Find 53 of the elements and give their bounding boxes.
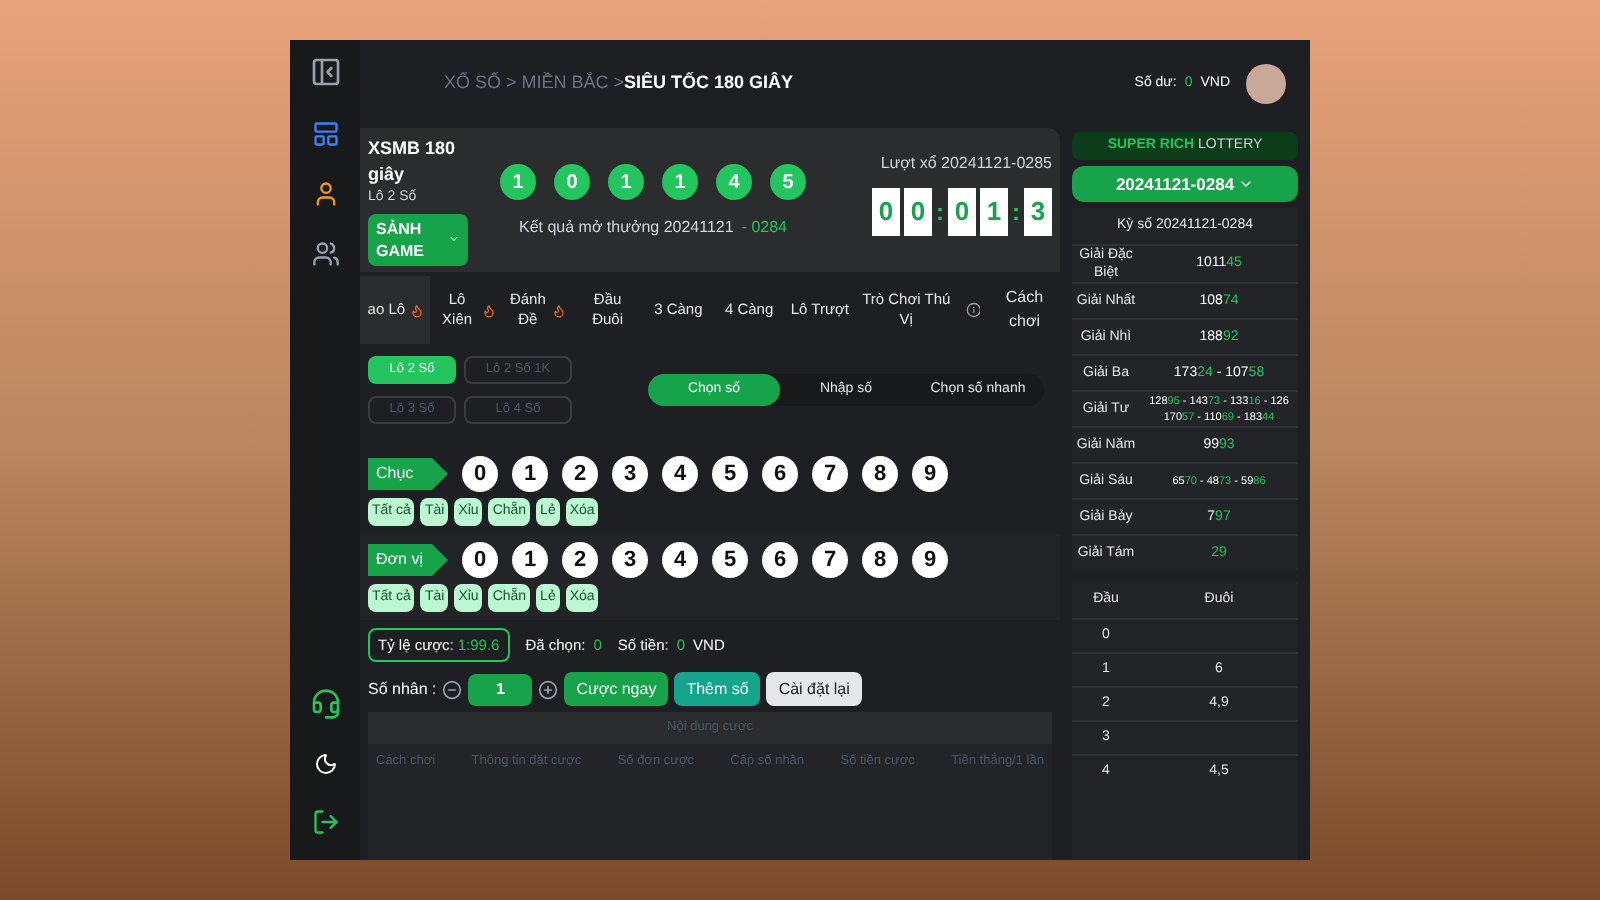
timer-digit: 3 xyxy=(1024,188,1052,236)
digit-button[interactable]: 0 xyxy=(462,456,498,492)
game-title: XSMB 180 giây xyxy=(368,136,458,188)
plus-icon[interactable] xyxy=(538,679,559,700)
digit-button[interactable]: 0 xyxy=(462,542,498,578)
group-icon[interactable] xyxy=(311,240,339,268)
action-button[interactable]: Cài đặt lại xyxy=(766,672,862,707)
menu-icon[interactable] xyxy=(309,56,341,88)
page-title: SIÊU TỐC 180 GIÂY xyxy=(624,70,794,97)
digit-button[interactable]: 7 xyxy=(812,542,848,578)
digit-button[interactable]: 5 xyxy=(712,456,748,492)
flame-icon xyxy=(409,303,424,317)
how-to-play-link[interactable]: Cách chơi xyxy=(965,286,1061,334)
digit-button[interactable]: 8 xyxy=(862,456,898,492)
info-icon xyxy=(965,302,981,318)
timer-digit: 1 xyxy=(980,188,1008,236)
timer-colon: : xyxy=(936,196,944,230)
digit-button[interactable]: 5 xyxy=(712,542,748,578)
minus-icon[interactable] xyxy=(442,679,463,700)
digit-button[interactable]: 2 xyxy=(562,542,598,578)
caret-icon xyxy=(1238,176,1255,192)
digit-button[interactable]: 3 xyxy=(612,542,648,578)
digit-button[interactable]: 6 xyxy=(762,456,798,492)
digit-button[interactable]: 6 xyxy=(762,542,798,578)
digit-button[interactable]: 1 xyxy=(512,456,548,492)
digit-button[interactable]: 3 xyxy=(612,456,648,492)
timer-digit: 0 xyxy=(904,188,932,236)
flame-icon xyxy=(552,303,567,317)
digit-button[interactable]: 2 xyxy=(562,456,598,492)
avatar[interactable] xyxy=(1246,64,1286,104)
flame-icon xyxy=(481,303,496,317)
digit-button[interactable]: 7 xyxy=(812,456,848,492)
breadcrumb: XỔ SỐ > MIỀN BẮC > xyxy=(444,70,625,97)
timer-colon: : xyxy=(1012,196,1020,230)
result-label: Kết quả mở thưởng 20241121 xyxy=(518,216,734,240)
layout-icon[interactable] xyxy=(311,120,339,148)
digit-button[interactable]: 1 xyxy=(512,542,548,578)
moon-icon[interactable] xyxy=(313,752,337,776)
timer-digit: 0 xyxy=(948,188,976,236)
picker-label: Chục xyxy=(368,458,448,490)
logout-icon[interactable] xyxy=(311,808,339,836)
digit-button[interactable]: 4 xyxy=(662,456,698,492)
digit-button[interactable]: 9 xyxy=(912,456,948,492)
digit-button[interactable]: 4 xyxy=(662,542,698,578)
timer-digit: 0 xyxy=(872,188,900,236)
next-draw-label: Lượt xổ 20241121-0285 xyxy=(880,152,1052,176)
result-period: - 0284 xyxy=(741,216,787,240)
digit-button[interactable]: 8 xyxy=(862,542,898,578)
multiplier-label: Số nhân : xyxy=(368,677,437,702)
picker-label: Đơn vị xyxy=(368,544,448,576)
digit-button[interactable]: 9 xyxy=(912,542,948,578)
person-icon[interactable] xyxy=(311,180,339,208)
support-icon[interactable] xyxy=(309,688,341,720)
